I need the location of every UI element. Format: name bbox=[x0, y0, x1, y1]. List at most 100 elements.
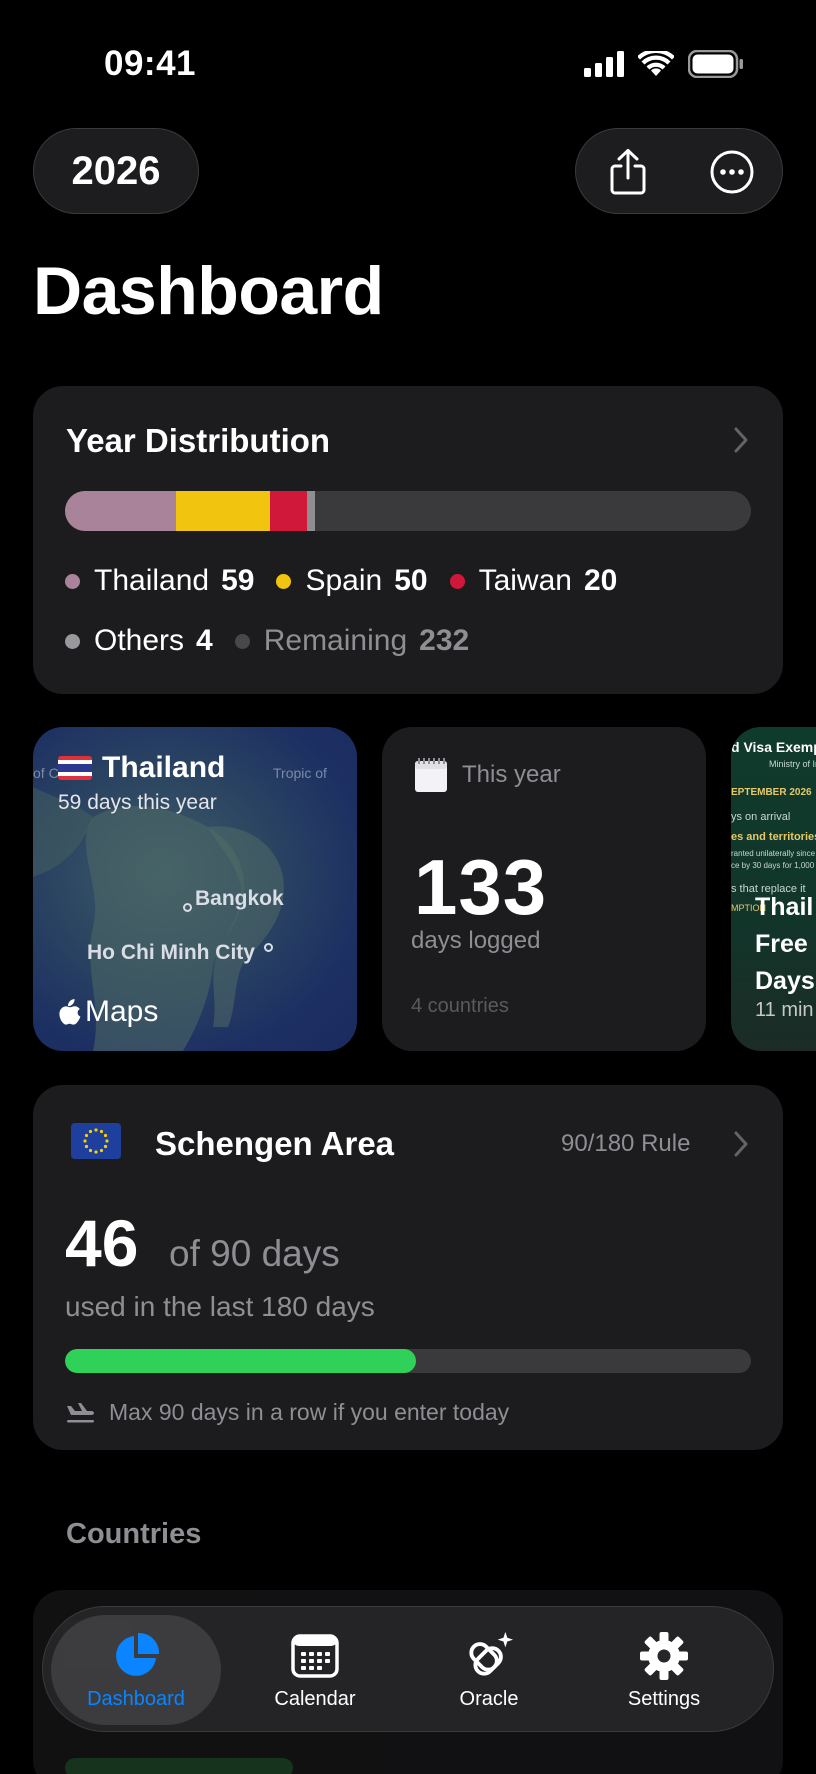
tab-settings[interactable]: Settings bbox=[579, 1607, 749, 1733]
legend-item-remaining: Remaining 232 bbox=[234, 624, 470, 658]
news-ministry: Ministry of Interior bbox=[769, 759, 816, 769]
calendar-icon bbox=[289, 1630, 341, 1682]
tab-bar: Dashboard Calendar Oracle Settings bbox=[42, 1606, 774, 1732]
days-logged-label: days logged bbox=[411, 927, 541, 954]
distribution-segment-spain bbox=[175, 491, 270, 531]
page-title: Dashboard bbox=[33, 253, 384, 329]
tab-label: Dashboard bbox=[87, 1687, 185, 1710]
schengen-card[interactable]: Schengen Area 90/180 Rule 46 of 90 days … bbox=[33, 1085, 783, 1450]
maps-brand-text: Maps bbox=[85, 995, 159, 1028]
city-marker bbox=[183, 903, 192, 912]
schengen-of-days: of 90 days bbox=[169, 1233, 340, 1274]
legend-value: 50 bbox=[394, 564, 428, 597]
legend-item-thailand: Thailand 59 bbox=[65, 564, 254, 598]
status-bar: 09:41 bbox=[0, 0, 816, 130]
schengen-progress-fill bbox=[65, 1349, 416, 1373]
this-year-label: This year bbox=[462, 761, 561, 788]
news-line: ys on arrival bbox=[731, 811, 791, 823]
tab-dashboard[interactable]: Dashboard bbox=[51, 1615, 221, 1725]
cellular-signal-icon bbox=[584, 51, 624, 77]
thailand-flag-icon bbox=[58, 756, 92, 780]
news-title-line: Free bbox=[755, 930, 808, 958]
map-country-name: Thailand bbox=[102, 751, 226, 784]
tab-calendar[interactable]: Calendar bbox=[230, 1607, 400, 1733]
legend-name: Others bbox=[94, 624, 185, 657]
chevron-right-icon bbox=[734, 427, 748, 453]
tab-oracle[interactable]: Oracle bbox=[404, 1607, 574, 1733]
battery-icon bbox=[688, 50, 743, 78]
legend-row-2: Others 4 Remaining 232 bbox=[65, 624, 491, 658]
ellipsis-circle-icon bbox=[710, 150, 754, 194]
legend-item-others: Others 4 bbox=[65, 624, 213, 658]
legend-dot bbox=[449, 573, 465, 589]
chevron-right-icon bbox=[734, 1131, 748, 1157]
map-city-label: Ho Chi Minh City bbox=[87, 941, 255, 964]
gear-icon bbox=[638, 1630, 690, 1682]
map-country-title: Thailand bbox=[58, 751, 225, 785]
year-selector-button[interactable]: 2026 bbox=[33, 128, 199, 214]
share-icon bbox=[610, 149, 646, 195]
legend-name: Remaining bbox=[263, 624, 408, 657]
tab-label: Oracle bbox=[459, 1687, 519, 1710]
status-time: 09:41 bbox=[104, 44, 197, 83]
news-title-line: Days bbox=[755, 967, 815, 995]
schengen-progress-bar bbox=[65, 1349, 751, 1373]
year-distribution-bar bbox=[65, 491, 751, 531]
legend-value: 59 bbox=[221, 564, 255, 597]
schengen-note-text: Max 90 days in a row if you enter today bbox=[109, 1399, 510, 1425]
maps-brand: Maps bbox=[59, 995, 158, 1029]
year-distribution-card[interactable]: Year Distribution Thailand 59 Spain 50 T… bbox=[33, 386, 783, 694]
news-line: ranted unilaterally since bbox=[731, 849, 816, 858]
legend-row-1: Thailand 59 Spain 50 Taiwan 20 bbox=[65, 564, 639, 598]
distribution-segment-others bbox=[307, 491, 315, 531]
calendar-page-icon bbox=[415, 758, 447, 792]
news-read-time: 11 min bbox=[755, 999, 814, 1021]
apple-logo-icon bbox=[59, 999, 81, 1025]
wifi-icon bbox=[638, 51, 674, 76]
legend-value: 232 bbox=[419, 624, 470, 657]
legend-item-taiwan: Taiwan 20 bbox=[449, 564, 618, 598]
schengen-rule-label: 90/180 Rule bbox=[561, 1130, 691, 1157]
tab-label: Calendar bbox=[274, 1687, 356, 1710]
legend-name: Thailand bbox=[94, 564, 210, 597]
legend-item-spain: Spain 50 bbox=[276, 564, 428, 598]
countries-section-title: Countries bbox=[66, 1518, 202, 1550]
city-marker bbox=[264, 943, 273, 952]
legend-dot bbox=[65, 573, 80, 589]
year-distribution-title: Year Distribution bbox=[66, 422, 331, 459]
news-title: Thail Free Days bbox=[755, 889, 815, 1000]
oracle-sparkle-icon bbox=[463, 1630, 515, 1682]
news-header: d Visa Exemp bbox=[731, 739, 816, 755]
map-city-label: Bangkok bbox=[195, 887, 284, 910]
legend-dot bbox=[234, 633, 250, 649]
schengen-title: Schengen Area bbox=[155, 1125, 395, 1162]
legend-value: 20 bbox=[583, 564, 618, 597]
schengen-used-description: used in the last 180 days bbox=[65, 1291, 375, 1322]
legend-dot bbox=[65, 633, 80, 649]
days-logged-count: 133 bbox=[414, 843, 548, 931]
country-progress-bar bbox=[65, 1758, 293, 1774]
schengen-used-days: 46 bbox=[65, 1206, 139, 1280]
map-widget[interactable]: Tropic of of Cance Thailand 59 days this… bbox=[33, 727, 357, 1051]
legend-name: Spain bbox=[305, 564, 383, 597]
legend-value: 4 bbox=[196, 624, 213, 657]
legend-dot bbox=[276, 573, 292, 589]
more-button[interactable] bbox=[680, 129, 784, 215]
this-year-widget[interactable]: This year 133 days logged 4 countries bbox=[382, 727, 706, 1051]
status-icons bbox=[584, 50, 744, 78]
map-tropic-label: Tropic of bbox=[273, 765, 327, 781]
news-widget[interactable]: d Visa Exemp Ministry of Interior EPTEMB… bbox=[731, 727, 816, 1051]
distribution-segment-taiwan bbox=[269, 491, 308, 531]
airplane-landing-icon bbox=[67, 1402, 94, 1422]
header-actions bbox=[575, 128, 783, 214]
this-year-header: This year bbox=[414, 757, 561, 793]
pie-chart-icon bbox=[110, 1630, 162, 1682]
schengen-note: Max 90 days in a row if you enter today bbox=[65, 1399, 509, 1426]
tab-label: Settings bbox=[627, 1687, 701, 1710]
year-label: 2026 bbox=[71, 148, 161, 193]
distribution-segment-thailand bbox=[65, 491, 176, 531]
map-country-subtitle: 59 days this year bbox=[58, 791, 217, 814]
news-line: ce by 30 days for 1,000 bbox=[731, 861, 815, 870]
legend-name: Taiwan bbox=[478, 564, 572, 597]
share-button[interactable] bbox=[576, 129, 680, 215]
